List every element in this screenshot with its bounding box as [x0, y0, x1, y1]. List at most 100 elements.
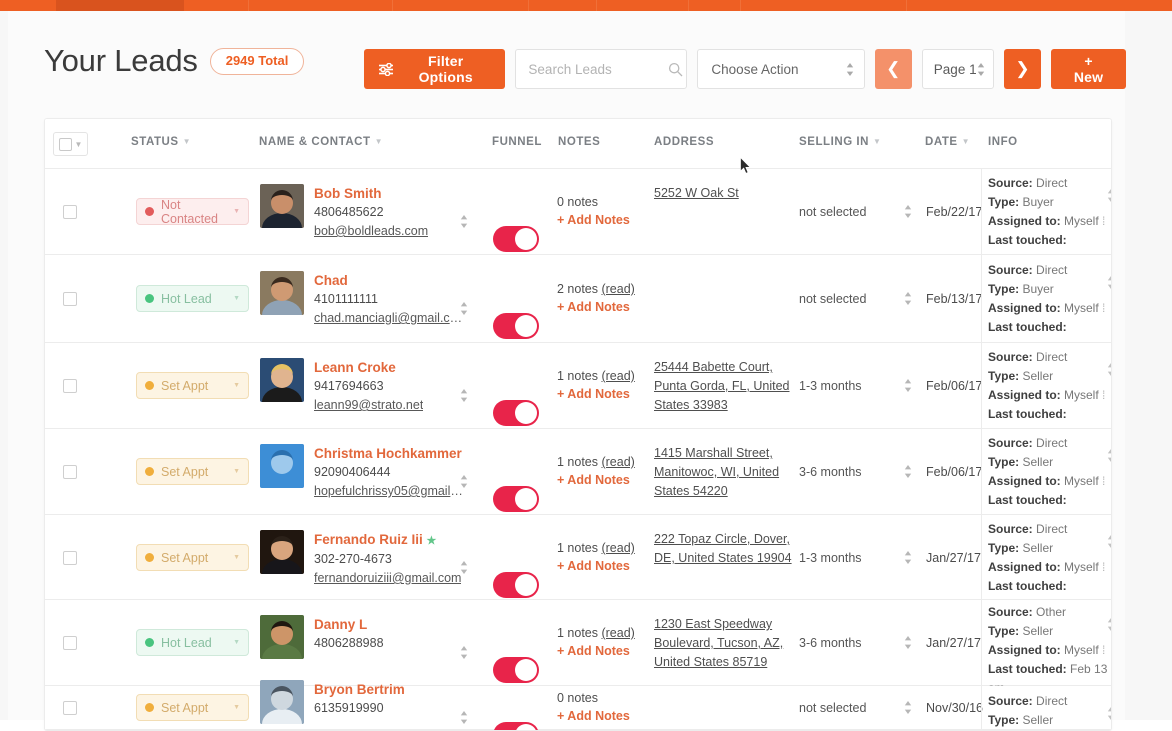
funnel-toggle[interactable] [493, 486, 539, 512]
search-input[interactable] [528, 61, 663, 77]
selling-in-stepper-arrows-icon[interactable] [904, 204, 912, 219]
filter-options-button[interactable]: Filter Options [364, 49, 506, 89]
contact-stepper-arrows-icon[interactable] [460, 214, 468, 229]
selling-in-stepper-arrows-icon[interactable] [904, 550, 912, 565]
lead-name[interactable]: Chad [314, 273, 348, 288]
contact-stepper-arrows-icon[interactable] [460, 301, 468, 316]
stepper-arrows-icon[interactable] [977, 62, 985, 77]
add-notes-link[interactable]: + Add Notes [557, 642, 635, 660]
chevron-down-icon[interactable]: ▼ [233, 639, 240, 646]
add-notes-link[interactable]: + Add Notes [557, 707, 630, 725]
chevron-down-icon[interactable]: ▼ [233, 382, 240, 389]
lead-email[interactable]: fernandoruiziii@gmail.com [314, 569, 461, 587]
selling-in-stepper-arrows-icon[interactable] [904, 700, 912, 715]
row-select-checkbox[interactable] [63, 292, 77, 306]
selling-in-stepper-arrows-icon[interactable] [904, 635, 912, 650]
search-leads-box[interactable] [515, 49, 688, 89]
add-notes-link[interactable]: + Add Notes [557, 385, 635, 403]
contact-stepper-arrows-icon[interactable] [460, 388, 468, 403]
prev-page-button[interactable]: ❮ [874, 49, 912, 89]
status-badge[interactable]: Hot Lead ▼ [136, 285, 249, 312]
lead-name[interactable]: Leann Croke [314, 360, 396, 375]
info-stepper-arrows-icon[interactable] [1107, 362, 1111, 377]
row-select-checkbox[interactable] [63, 701, 77, 715]
read-notes-link[interactable]: (read) [601, 455, 634, 469]
select-all-control[interactable]: ▼ [53, 132, 88, 156]
lead-address[interactable]: 1415 Marshall Street, Manitowoc, WI, Uni… [654, 444, 794, 501]
table-row[interactable]: Hot Lead ▼ Chad 4101111111 chad.manciagl… [45, 255, 1111, 343]
lead-email[interactable]: leann99@strato.net [314, 396, 423, 414]
chevron-down-icon[interactable]: ▼ [233, 208, 240, 215]
choose-action-select[interactable]: Choose Action [697, 49, 865, 89]
status-badge[interactable]: Set Appt ▼ [136, 458, 249, 485]
info-stepper-arrows-icon[interactable] [1107, 448, 1111, 463]
lead-email[interactable]: bob@boldleads.com [314, 222, 428, 240]
column-header-date[interactable]: DATE ▼ [925, 136, 970, 148]
lead-name[interactable]: Danny L [314, 617, 367, 632]
chevron-down-icon[interactable]: ▼ [233, 554, 240, 561]
lead-name[interactable]: Bob Smith [314, 186, 382, 201]
row-select-checkbox[interactable] [63, 465, 77, 479]
funnel-toggle[interactable] [493, 226, 539, 252]
selling-in-stepper-arrows-icon[interactable] [904, 464, 912, 479]
lead-email[interactable]: hopefulchrissy05@gmail.c... [314, 482, 464, 500]
lead-address[interactable]: 25444 Babette Court, Punta Gorda, FL, Un… [654, 358, 794, 415]
row-select-checkbox[interactable] [63, 636, 77, 650]
funnel-toggle[interactable] [493, 722, 539, 730]
info-stepper-arrows-icon[interactable] [1107, 188, 1111, 203]
column-header-name-contact[interactable]: NAME & CONTACT ▼ [259, 136, 383, 148]
add-notes-link[interactable]: + Add Notes [557, 557, 635, 575]
chevron-down-icon[interactable]: ▼ [233, 704, 240, 711]
funnel-toggle[interactable] [493, 657, 539, 683]
status-badge[interactable]: Set Appt ▼ [136, 372, 249, 399]
add-notes-link[interactable]: + Add Notes [557, 298, 635, 316]
read-notes-link[interactable]: (read) [601, 626, 634, 640]
table-row[interactable]: Set Appt ▼ Christma Hochkammer 920904064… [45, 429, 1111, 515]
row-select-checkbox[interactable] [63, 205, 77, 219]
contact-stepper-arrows-icon[interactable] [460, 645, 468, 660]
select-all-checkbox[interactable] [58, 137, 72, 151]
info-stepper-arrows-icon[interactable] [1107, 275, 1111, 290]
info-stepper-arrows-icon[interactable] [1107, 534, 1111, 549]
chevron-down-icon[interactable]: ▼ [233, 468, 240, 475]
status-badge[interactable]: Set Appt ▼ [136, 694, 249, 721]
table-row[interactable]: Set Appt ▼ Fernando Ruiz Iii ★ 302-270-4… [45, 515, 1111, 600]
next-page-button[interactable]: ❯ [1003, 49, 1042, 89]
column-header-selling-in[interactable]: SELLING IN ▼ [799, 136, 882, 148]
info-stepper-arrows-icon[interactable] [1107, 617, 1111, 632]
table-row[interactable]: Not Contacted ▼ Bob Smith 4806485622 bob… [45, 169, 1111, 255]
row-select-checkbox[interactable] [63, 379, 77, 393]
add-notes-link[interactable]: + Add Notes [557, 211, 630, 229]
status-badge[interactable]: Hot Lead ▼ [136, 629, 249, 656]
chevron-down-icon[interactable]: ▼ [233, 295, 240, 302]
lead-address[interactable]: 5252 W Oak St [654, 184, 794, 203]
read-notes-link[interactable]: (read) [601, 541, 634, 555]
lead-name[interactable]: Christma Hochkammer [314, 446, 462, 461]
table-row[interactable]: Hot Lead ▼ Danny L 4806288988 1 notes (r… [45, 600, 1111, 695]
contact-stepper-arrows-icon[interactable] [460, 560, 468, 575]
read-notes-link[interactable]: (read) [601, 282, 634, 296]
stepper-arrows-icon[interactable] [846, 62, 854, 77]
read-notes-link[interactable]: (read) [601, 369, 634, 383]
status-badge[interactable]: Not Contacted ▼ [136, 198, 249, 226]
row-select-checkbox[interactable] [63, 551, 77, 565]
lead-email[interactable]: chad.manciagli@gmail.com [314, 309, 464, 327]
funnel-toggle[interactable] [493, 572, 539, 598]
table-row[interactable]: Set Appt ▼ Leann Croke 9417694663 leann9… [45, 343, 1111, 429]
funnel-toggle[interactable] [493, 313, 539, 339]
lead-name[interactable]: Fernando Ruiz Iii ★ [314, 532, 436, 547]
contact-stepper-arrows-icon[interactable] [460, 474, 468, 489]
table-row[interactable]: Set Appt ▼ Bryon Bertrim 6135919990 0 no… [45, 680, 1111, 730]
contact-stepper-arrows-icon[interactable] [460, 710, 468, 725]
selling-in-stepper-arrows-icon[interactable] [904, 291, 912, 306]
chevron-down-icon[interactable]: ▼ [75, 140, 83, 149]
add-notes-link[interactable]: + Add Notes [557, 471, 635, 489]
selling-in-stepper-arrows-icon[interactable] [904, 378, 912, 393]
page-number-select[interactable]: Page 1 [921, 49, 994, 89]
funnel-toggle[interactable] [493, 400, 539, 426]
lead-address[interactable]: 222 Topaz Circle, Dover, DE, United Stat… [654, 530, 794, 568]
column-header-status[interactable]: STATUS ▼ [131, 136, 191, 148]
lead-address[interactable]: 1230 East Speedway Boulevard, Tucson, AZ… [654, 615, 794, 672]
lead-name[interactable]: Bryon Bertrim [314, 682, 405, 697]
add-new-lead-button[interactable]: + New [1051, 49, 1126, 89]
